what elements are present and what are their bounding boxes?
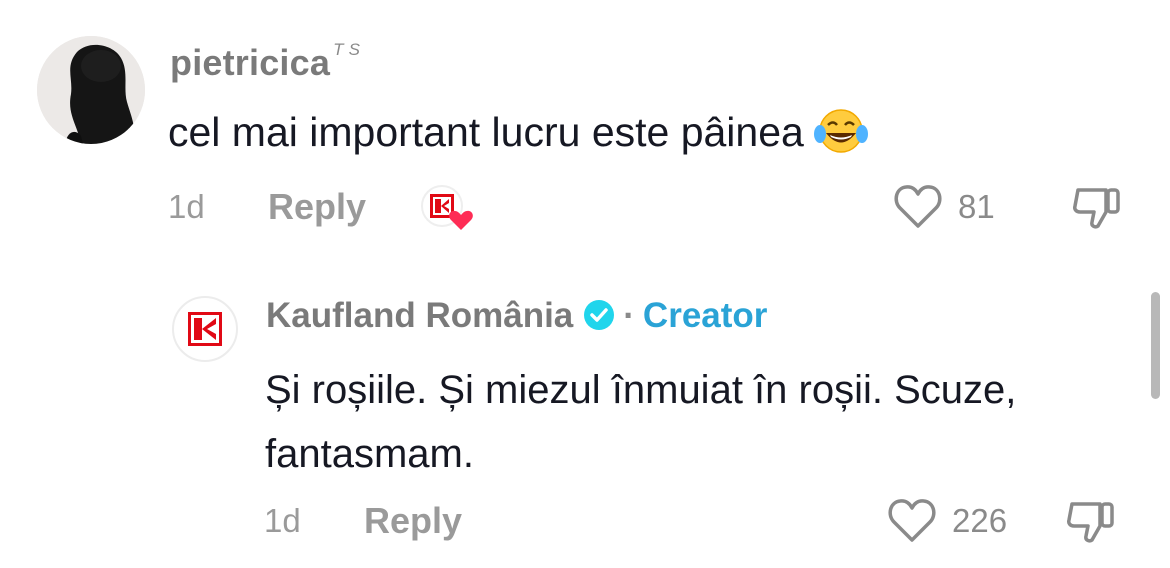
kaufland-logo [188,312,222,346]
comment-text: cel mai important lucru este pâinea [168,109,804,155]
creator-liked-heart-badge [421,185,473,230]
heart-outline-icon [888,499,936,542]
comment-like-count: 81 [958,188,995,225]
creator-liked-badge [420,184,476,232]
comment-like-button[interactable] [892,182,944,230]
avatar-photo [37,36,145,144]
comment-dislike-button[interactable] [1070,182,1124,230]
reply-timestamp: 1d [264,502,301,539]
comment-username[interactable]: pietricica T S [170,40,360,84]
thumbs-down-icon [1067,502,1114,543]
comment-body: cel mai important lucru este pâinea [168,106,868,156]
creator-tag: Creator [642,296,768,335]
reply-author-line: Kaufland România · Creator [266,296,767,336]
reply-like-button[interactable] [886,496,938,544]
username-text: pietricica [170,42,331,83]
username-suffix: T S [333,40,361,59]
reply-author-name[interactable]: Kaufland România [266,296,573,335]
brand-avatar[interactable] [172,296,238,362]
comment-timestamp: 1d [168,188,205,225]
reply-like-count: 226 [952,502,1008,539]
thumbs-down-icon [1073,188,1120,229]
separator-dot: · [623,296,635,335]
reply-dislike-button[interactable] [1064,496,1118,544]
reply-reply-button[interactable]: Reply [364,500,462,542]
heart-outline-icon [894,185,942,228]
reply-text: Și roșiile. Și miezul înmuiat în roșii. … [265,368,1017,476]
verified-badge-icon [584,300,615,330]
user-avatar[interactable] [37,36,145,144]
tears-of-joy-emoji [813,109,868,153]
comment-reply-button[interactable]: Reply [268,186,366,228]
